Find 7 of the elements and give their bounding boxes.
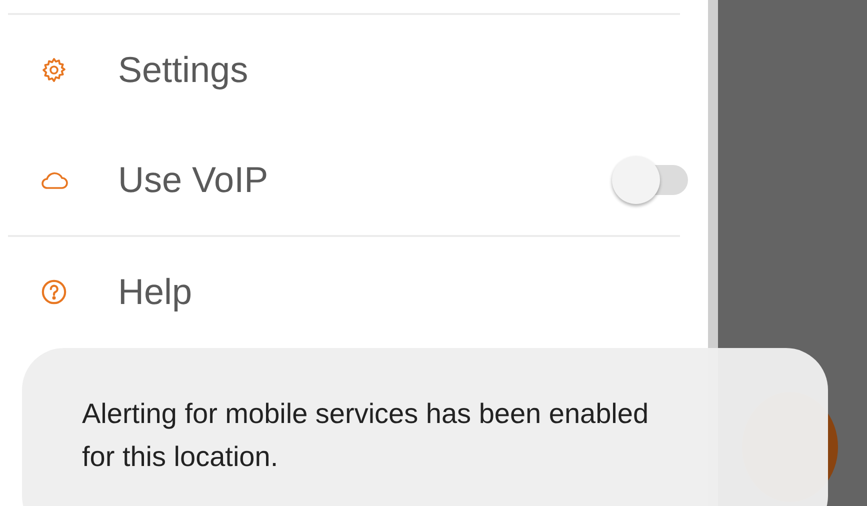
gear-icon [40, 56, 68, 84]
toast-message: Alerting for mobile services has been enabled for this location. [82, 397, 650, 474]
voip-toggle-switch[interactable] [614, 154, 690, 206]
help-menu-item[interactable]: Help [118, 271, 690, 313]
settings-menu-item[interactable]: Settings [118, 49, 690, 91]
help-icon [40, 278, 68, 306]
voip-label: Use VoIP [118, 159, 270, 201]
